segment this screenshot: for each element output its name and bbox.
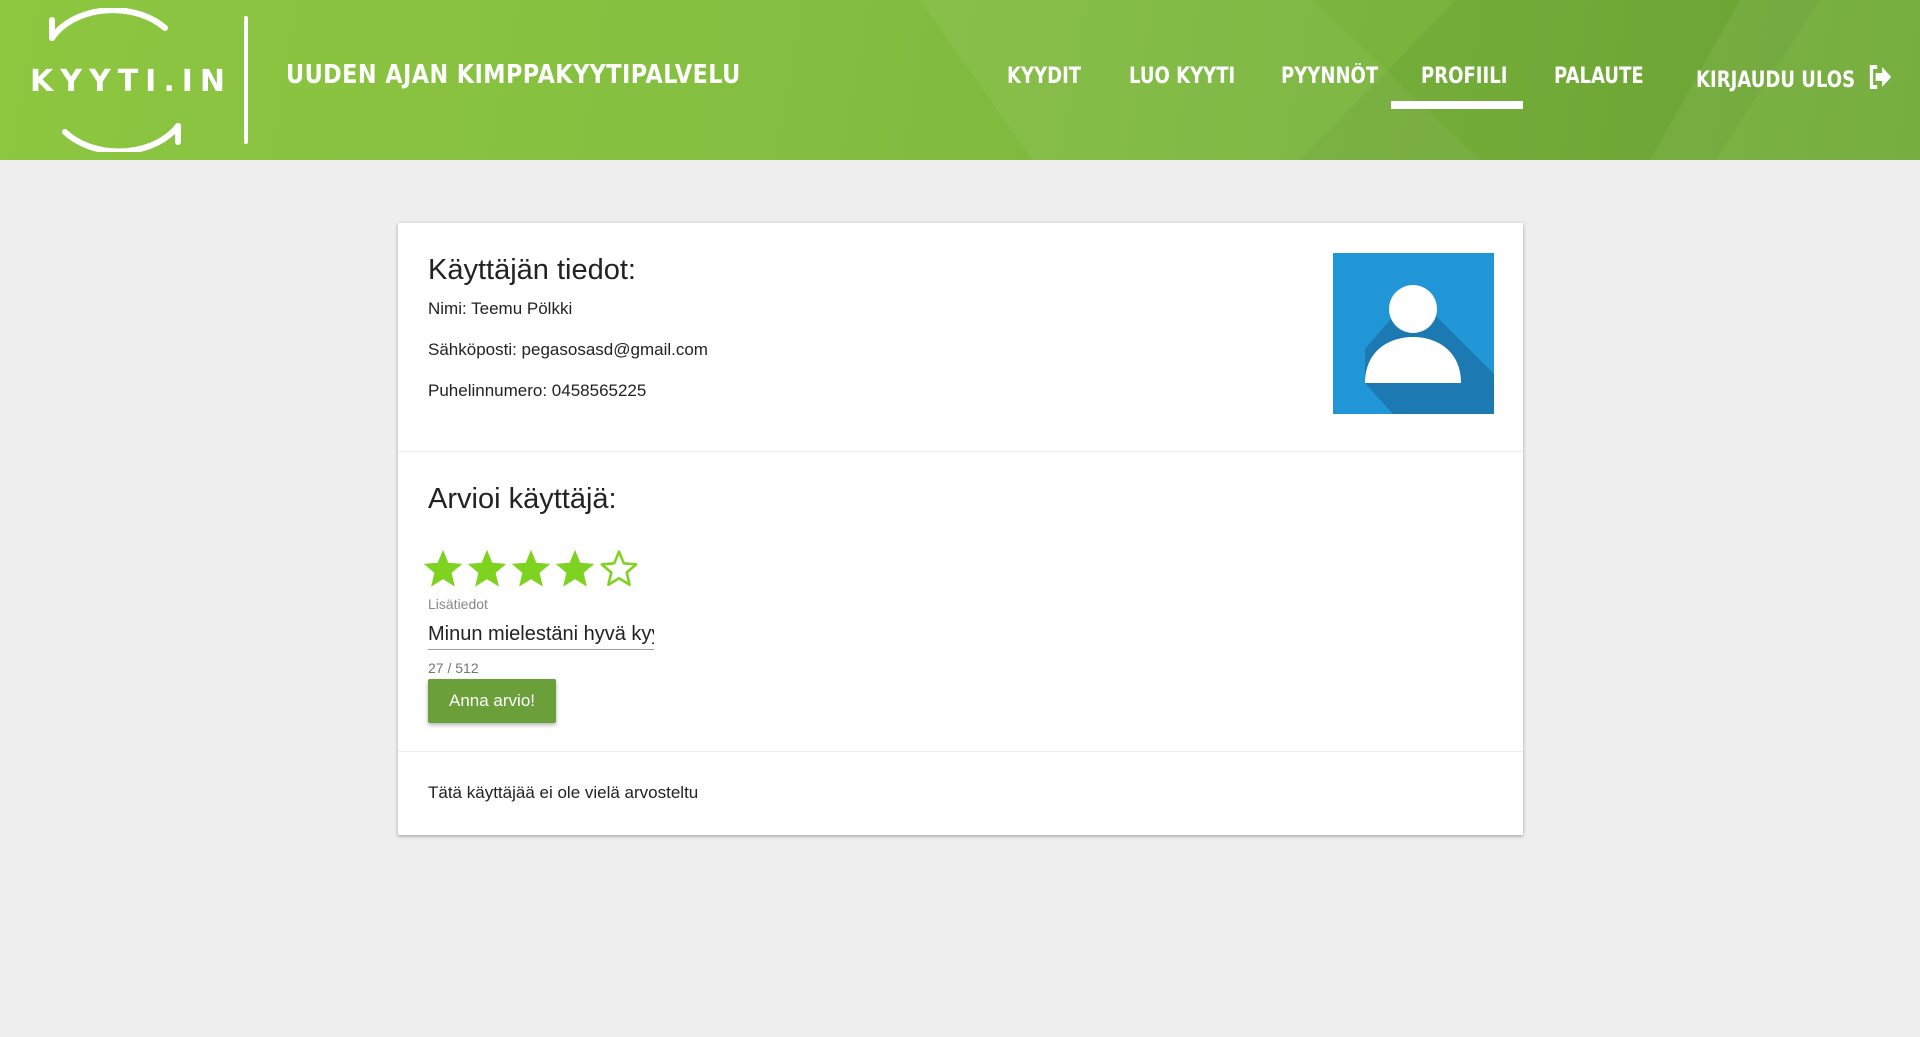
nav-profiili[interactable]: PROFIILI [1421, 64, 1507, 89]
section-divider [398, 451, 1523, 452]
user-info-title: Käyttäjän tiedot: [428, 254, 636, 286]
kyyti-logo[interactable]: KYYTI.IN [30, 8, 232, 152]
user-phone: Puhelinnumero: 0458565225 [428, 381, 647, 400]
user-name: Nimi: Teemu Pölkki [428, 299, 573, 318]
logo-text: KYYTI.IN [30, 64, 232, 99]
rate-user-title: Arvioi käyttäjä: [428, 483, 617, 515]
site-tagline: UUDEN AJAN KIMPPAKYYTIPALVELU [286, 60, 741, 90]
nav-luo-kyyti[interactable]: LUO KYYTI [1129, 64, 1235, 89]
logout-icon [1868, 64, 1893, 96]
section-divider [398, 751, 1523, 752]
user-avatar-icon [1333, 253, 1494, 414]
active-nav-indicator [1391, 101, 1523, 109]
additional-info-input[interactable] [428, 620, 654, 650]
nav-palaute[interactable]: PALAUTE [1554, 64, 1644, 89]
character-counter: 27 / 512 [428, 660, 479, 676]
user-email: Sähköposti: pegasosasd@gmail.com [428, 340, 708, 359]
star-empty-icon[interactable] [597, 547, 641, 591]
additional-info-label: Lisätiedot [428, 596, 488, 612]
nav-logout-label: KIRJAUDU ULOS [1696, 68, 1856, 93]
nav-kyydit[interactable]: KYYDIT [1007, 64, 1081, 89]
profile-card: Käyttäjän tiedot: Nimi: Teemu Pölkki Säh… [398, 223, 1523, 835]
nav-kirjaudu-ulos[interactable]: KIRJAUDU ULOS [1696, 64, 1893, 96]
top-header: KYYTI.IN UUDEN AJAN KIMPPAKYYTIPALVELU K… [0, 0, 1920, 160]
star-filled-icon[interactable] [553, 547, 597, 591]
star-filled-icon[interactable] [465, 547, 509, 591]
submit-rating-button[interactable]: Anna arvio! [428, 679, 556, 723]
star-filled-icon[interactable] [509, 547, 553, 591]
no-ratings-message: Tätä käyttäjää ei ole vielä arvosteltu [428, 783, 699, 802]
star-filled-icon[interactable] [421, 547, 465, 591]
header-divider [244, 16, 248, 144]
nav-pyynnot[interactable]: PYYNNÖT [1281, 64, 1378, 89]
